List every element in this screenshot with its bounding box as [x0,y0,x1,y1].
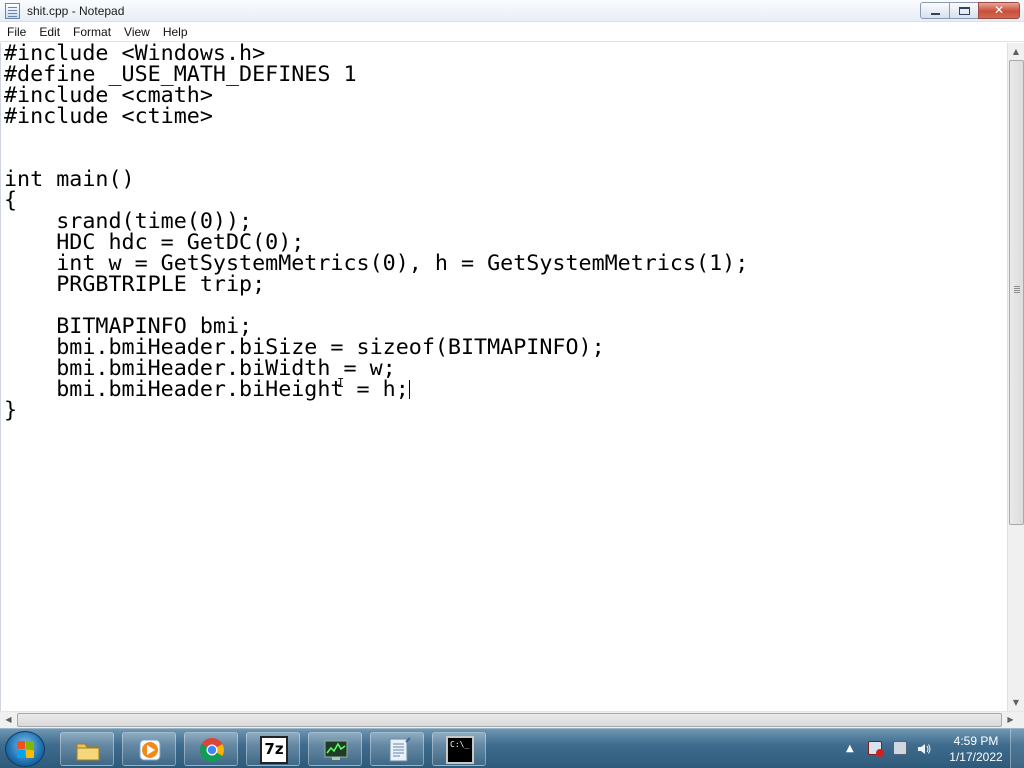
media-player-icon [139,739,161,761]
scroll-down-arrow-icon[interactable]: ▼ [1008,694,1024,711]
close-button[interactable]: ✕ [978,2,1020,19]
windows-logo-part [26,741,34,749]
notepad-icon [389,737,411,762]
code-line[interactable] [4,127,1004,148]
title-bar[interactable]: shit.cpp - Notepad ✕ [0,0,1024,22]
notepad-app-icon[interactable] [5,3,20,19]
code-line[interactable]: HDC hdc = GetDC(0); [4,232,1004,254]
code-line[interactable] [4,568,1004,589]
network-icon[interactable] [893,741,907,755]
code-line[interactable]: bmi.bmiHeader.biHeight = h; [4,379,1004,400]
taskbar: 7z C:\_ ▲ 4:59 PM 1/17/2022 [0,728,1024,768]
taskbar-media-button[interactable] [122,732,176,766]
code-line[interactable]: #include <Windows.h> [4,43,1004,65]
code-line[interactable]: int w = GetSystemMetrics(0), h = GetSyst… [4,253,1004,275]
code-line[interactable]: bmi.bmiHeader.biWidth = w; [4,358,1004,380]
restore-icon [959,7,970,15]
code-text[interactable]: #include <Windows.h> #define _USE_MATH_DE… [4,43,1004,737]
code-line[interactable] [4,421,1004,442]
code-line[interactable]: PRGBTRIPLE trip; [4,274,1004,296]
vertical-scrollbar[interactable]: ▲ ▼ [1007,43,1024,711]
code-line[interactable] [4,673,1004,694]
code-line[interactable]: #include <ctime> [4,106,1004,128]
clock-date: 1/17/2022 [949,750,1003,764]
code-line[interactable] [4,505,1004,526]
windows-logo-part [26,750,34,758]
code-line[interactable]: #include <cmath> [4,85,1004,107]
code-line[interactable] [4,148,1004,169]
scroll-left-arrow-icon[interactable]: ◀ [0,712,17,728]
code-line[interactable] [4,484,1004,505]
system-clock[interactable]: 4:59 PM 1/17/2022 [944,733,1008,765]
menu-view[interactable]: View [117,22,156,42]
menu-bar: File Edit Format View Help [0,22,1024,42]
text-caret [408,380,410,399]
start-button[interactable] [5,731,45,767]
code-line[interactable] [4,652,1004,673]
alert-icon [876,749,884,757]
close-icon: ✕ [993,3,1005,17]
code-line[interactable] [4,526,1004,547]
taskbar-7zip-button[interactable]: 7z [246,732,300,766]
code-line[interactable]: srand(time(0)); [4,211,1004,233]
code-line[interactable]: } [4,400,1004,422]
code-line[interactable]: { [4,190,1004,212]
taskbar-cmd-button[interactable]: C:\_ [432,732,486,766]
scroll-up-arrow-icon[interactable]: ▲ [1008,43,1024,60]
horizontal-scroll-thumb[interactable] [17,713,1002,727]
chrome-icon [200,738,224,763]
window-title: shit.cpp - Notepad [27,4,125,18]
menu-help[interactable]: Help [156,22,194,42]
7zip-label: 7z [264,740,284,758]
minimize-icon [931,13,940,15]
vertical-scroll-thumb[interactable] [1009,60,1024,525]
taskbar-notepad-button[interactable] [370,732,424,766]
show-desktop-button[interactable] [1010,729,1024,768]
windows-logo-part [17,750,25,758]
code-line[interactable] [4,589,1004,610]
code-line[interactable]: bmi.bmiHeader.biSize = sizeof(BITMAPINFO… [4,337,1004,359]
grip-icon [1014,286,1020,287]
code-line[interactable] [4,547,1004,568]
minimize-button[interactable] [920,2,950,19]
windows-logo-icon [17,741,25,749]
taskbar-explorer-button[interactable] [60,732,114,766]
show-hidden-icons-icon[interactable]: ▲ [846,743,854,754]
cmd-icon: C:\_ [446,736,474,764]
menu-file[interactable]: File [0,22,32,42]
action-center-icon[interactable] [868,741,884,757]
task-manager-icon [324,740,348,760]
taskbar-task-manager-button[interactable] [308,732,362,766]
menu-format[interactable]: Format [66,22,117,42]
7zip-icon: 7z [260,736,288,764]
menu-edit[interactable]: Edit [32,22,66,42]
code-line[interactable]: #define _USE_MATH_DEFINES 1 [4,64,1004,86]
scroll-right-arrow-icon[interactable]: ▶ [1002,712,1019,728]
code-line[interactable] [4,631,1004,652]
window-controls: ✕ [920,2,1020,19]
volume-icon[interactable] [917,741,931,755]
code-line[interactable] [4,610,1004,631]
system-tray: ▲ 4:59 PM 1/17/2022 [838,729,1024,768]
text-editor-area[interactable]: #include <Windows.h> #define _USE_MATH_DE… [0,43,1007,736]
cmd-label: C:\_ [450,740,470,749]
code-line[interactable] [4,463,1004,484]
code-line[interactable] [4,442,1004,463]
folder-icon [76,743,100,761]
code-line[interactable]: int main() [4,169,1004,191]
ibeam-cursor-icon: I [337,376,345,390]
clock-time: 4:59 PM [953,734,999,748]
horizontal-scrollbar[interactable]: ◀ ▶ [0,711,1024,728]
maximize-button[interactable] [949,2,979,19]
taskbar-chrome-button[interactable] [184,732,238,766]
code-line[interactable] [4,295,1004,316]
code-line[interactable]: BITMAPINFO bmi; [4,316,1004,338]
